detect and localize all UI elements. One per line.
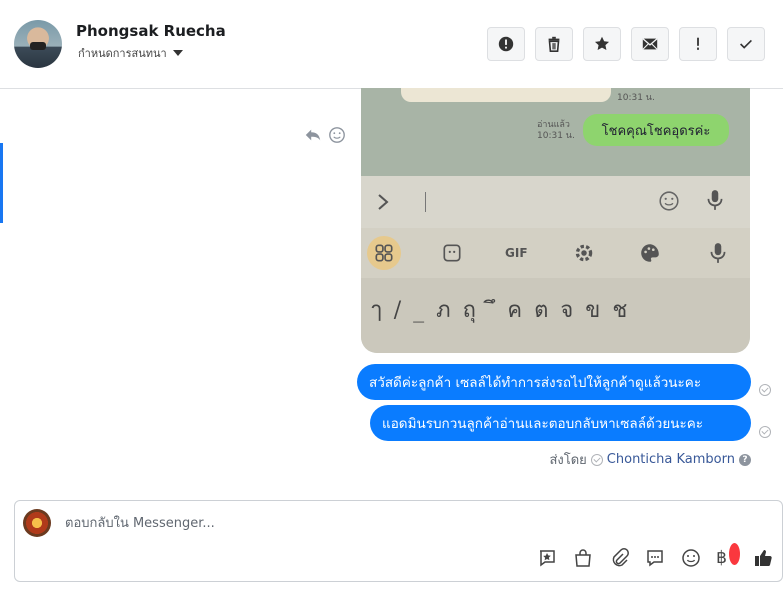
reply-input[interactable] (63, 515, 667, 532)
photo-keyboard-toolbar: GIF (361, 228, 750, 278)
assign-conversation-dropdown[interactable]: กำหนดการสนทนา (78, 44, 183, 62)
follow-up-button[interactable] (679, 27, 717, 61)
photo-chat-area: 10:31 น. อ่านแล้ว 10:31 น. โชคคุณโชคอุดร… (361, 88, 750, 176)
caret-down-icon (172, 50, 183, 56)
baht-icon: ฿ (716, 548, 727, 568)
quick-reply-button[interactable] (644, 547, 666, 569)
alert-circle-icon (498, 36, 514, 52)
photo-green-bubble: โชคคุณโชคอุดรค่ะ (583, 114, 729, 146)
page-avatar (23, 509, 51, 537)
like-button[interactable] (752, 547, 774, 569)
message-actions (304, 126, 346, 144)
delivered-check-icon (759, 426, 771, 438)
photo-input-bar (361, 176, 750, 228)
help-icon[interactable]: ? (739, 453, 751, 466)
sticker-icon (443, 244, 461, 262)
saved-reply-icon (540, 550, 555, 567)
payment-button[interactable]: ฿ (716, 543, 740, 569)
reply-icon[interactable] (304, 126, 322, 144)
chat-bubble-icon (647, 550, 663, 567)
envelope-icon (642, 38, 658, 50)
photo-key-row: ๅ/_ภถุ ึคตจขช (371, 298, 640, 323)
assign-label: กำหนดการสนทนา (78, 47, 167, 60)
conversation-header: Phongsak Ruecha กำหนดการสนทนา (0, 0, 783, 89)
exclamation-icon (697, 37, 699, 50)
delivered-check-icon (759, 384, 771, 396)
chevron-right-icon (378, 194, 389, 210)
sent-by-label: ส่งโดย (549, 453, 587, 468)
paperclip-icon (612, 548, 629, 567)
notification-dot (729, 543, 740, 565)
palette-icon (641, 244, 659, 262)
shopping-bag-icon (575, 549, 591, 567)
delete-button[interactable] (535, 27, 573, 61)
contact-name[interactable]: Phongsak Ruecha (76, 22, 226, 40)
check-icon (740, 39, 752, 49)
gif-label: GIF (505, 246, 528, 260)
mark-done-button[interactable] (727, 27, 765, 61)
photo-read-label: อ่านแล้ว (537, 120, 570, 130)
outgoing-message[interactable]: แอดมินรบกวนลูกค้าอ่านและตอบกลับหาเซลล์ด้… (370, 405, 751, 441)
photo-top-bubble (401, 88, 611, 102)
left-accent-bar (0, 143, 3, 223)
emoji-icon (659, 191, 679, 211)
star-icon (594, 36, 610, 51)
agent-name[interactable]: Chonticha Kamborn (607, 452, 735, 467)
mark-unread-button[interactable] (631, 27, 669, 61)
smiley-icon[interactable] (328, 126, 346, 144)
photo-read-status: อ่านแล้ว 10:31 น. (537, 120, 575, 142)
contact-avatar[interactable] (14, 20, 62, 68)
microphone-icon (707, 190, 723, 210)
thumbs-up-icon (755, 550, 772, 566)
sent-by-line: ส่งโดย Chonticha Kamborn ? (549, 449, 751, 470)
message-text: สวัสดีค่ะลูกค้า เซลล์ได้ทำการส่งรถไปให้ล… (369, 375, 702, 391)
photo-read-time: 10:31 น. (537, 131, 575, 141)
star-button[interactable] (583, 27, 621, 61)
emoji-button[interactable] (680, 547, 702, 569)
reply-composer: ฿ (14, 500, 783, 582)
photo-keyboard-keys: ๅ/_ภถุ ึคตจขช (361, 278, 750, 353)
message-text: แอดมินรบกวนลูกค้าอ่านและตอบกลับหาเซลล์ด้… (382, 416, 703, 432)
composer-tools: ฿ (536, 543, 774, 569)
attach-button[interactable] (608, 547, 630, 569)
apps-grid-icon (375, 244, 393, 262)
trash-icon (548, 36, 560, 53)
gear-icon (575, 244, 593, 262)
shop-button[interactable] (572, 547, 594, 569)
image-attachment[interactable]: 10:31 น. อ่านแล้ว 10:31 น. โชคคุณโชคอุดร… (361, 88, 750, 353)
outgoing-message[interactable]: สวัสดีค่ะลูกค้า เซลล์ได้ทำการส่งรถไปให้ล… (357, 364, 751, 400)
sent-check-icon (590, 453, 603, 466)
photo-time-top: 10:31 น. (617, 93, 655, 103)
report-button[interactable] (487, 27, 525, 61)
voice-icon (710, 243, 726, 263)
emoji-icon (682, 549, 700, 567)
saved-reply-button[interactable] (536, 547, 558, 569)
